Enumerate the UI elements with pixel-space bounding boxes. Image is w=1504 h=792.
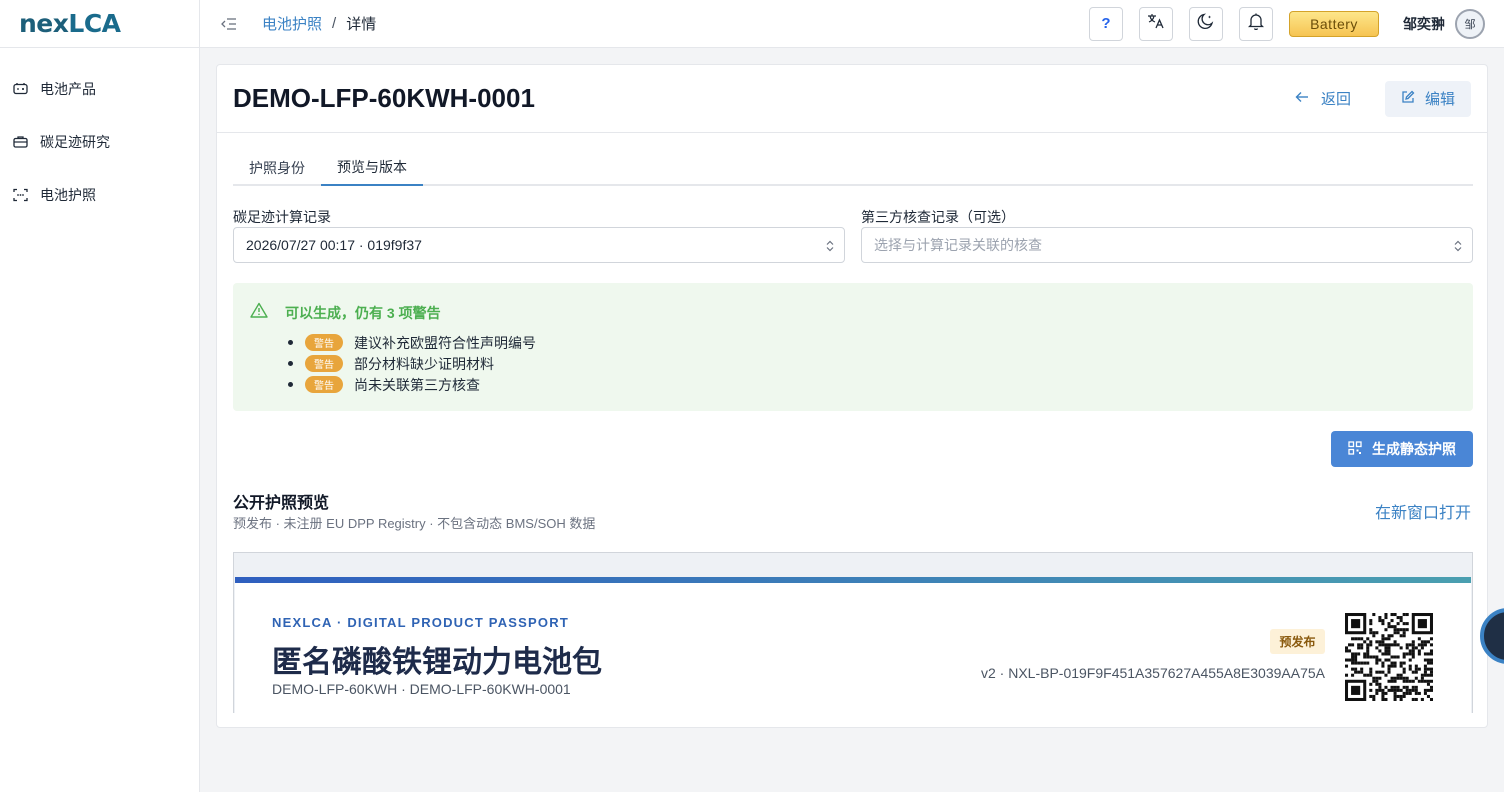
scan-icon bbox=[12, 187, 28, 203]
warning-tag: 警告 bbox=[305, 334, 343, 351]
logo-prefix: nex bbox=[19, 9, 69, 38]
sidebar-item-label: 电池产品 bbox=[40, 80, 96, 97]
verification-record-label: 第三方核查记录（可选） bbox=[861, 209, 1015, 225]
record-selectors: 碳足迹计算记录 2026/07/27 00:17 · 019f9f37 第三方核… bbox=[233, 207, 1473, 263]
sidebar-item-carbon-footprint[interactable]: 碳足迹研究 bbox=[0, 115, 199, 168]
bullet bbox=[288, 361, 293, 366]
generate-label: 生成静态护照 bbox=[1372, 441, 1456, 457]
notifications-button[interactable] bbox=[1239, 6, 1273, 41]
collapse-sidebar-icon[interactable] bbox=[220, 15, 238, 33]
list-item: 警告 部分材料缺少证明材料 bbox=[288, 353, 536, 374]
warning-text: 尚未关联第三方核查 bbox=[354, 376, 480, 393]
calc-record-label: 碳足迹计算记录 bbox=[233, 209, 331, 225]
warning-triangle-icon bbox=[250, 302, 268, 323]
theme-toggle-button[interactable] bbox=[1189, 6, 1223, 41]
avatar[interactable]: 邹 bbox=[1455, 8, 1485, 39]
translate-icon bbox=[1147, 13, 1165, 34]
sidebar-item-label: 碳足迹研究 bbox=[40, 133, 110, 150]
help-button[interactable]: ? bbox=[1089, 6, 1123, 41]
tab-passport-identity[interactable]: 护照身份 bbox=[233, 149, 321, 186]
battery-icon bbox=[12, 81, 28, 97]
verification-record-select[interactable]: 选择与计算记录关联的核查 bbox=[861, 227, 1473, 263]
qr-code-icon bbox=[1348, 440, 1362, 458]
passport-status-badge: 预发布 bbox=[1270, 629, 1325, 654]
warning-list: 警告 建议补充欧盟符合性声明编号 警告 部分材料缺少证明材料 警告 尚未关联第三方核查 bbox=[288, 332, 536, 395]
breadcrumb-separator: / bbox=[332, 15, 337, 32]
edit-label: 编辑 bbox=[1424, 91, 1455, 108]
generate-static-passport-button[interactable]: 生成静态护照 bbox=[1331, 431, 1473, 467]
translate-button[interactable] bbox=[1139, 6, 1173, 41]
breadcrumb: 电池护照 / 详情 bbox=[262, 13, 376, 34]
passport-qr-code bbox=[1345, 613, 1433, 701]
back-button[interactable]: 返回 bbox=[1295, 88, 1351, 109]
bell-icon bbox=[1247, 12, 1265, 35]
warning-text: 建议补充欧盟符合性声明编号 bbox=[354, 334, 536, 351]
breadcrumb-current: 详情 bbox=[346, 16, 377, 33]
sidebar-item-label: 电池护照 bbox=[40, 186, 96, 203]
arrow-left-icon bbox=[1295, 90, 1309, 107]
sidebar-nav: 电池产品 碳足迹研究 电池护照 bbox=[0, 48, 199, 221]
list-item: 警告 建议补充欧盟符合性声明编号 bbox=[288, 332, 536, 353]
tab-preview-versions[interactable]: 预览与版本 bbox=[321, 149, 423, 186]
verification-record-field: 第三方核查记录（可选） 选择与计算记录关联的核查 bbox=[861, 207, 1473, 263]
list-item: 警告 尚未关联第三方核查 bbox=[288, 374, 536, 395]
warning-tag: 警告 bbox=[305, 376, 343, 393]
sidebar-item-battery-passport[interactable]: 电池护照 bbox=[0, 168, 199, 221]
tab-bar: 护照身份 预览与版本 bbox=[233, 149, 1473, 186]
calc-record-select[interactable]: 2026/07/27 00:17 · 019f9f37 bbox=[233, 227, 845, 263]
alert-title: 可以生成，仍有 3 项警告 bbox=[285, 305, 441, 321]
moon-icon bbox=[1197, 12, 1215, 35]
passport-eyebrow: NEXLCA · DIGITAL PRODUCT PASSPORT bbox=[272, 615, 569, 630]
bullet bbox=[288, 382, 293, 387]
calc-record-field: 碳足迹计算记录 2026/07/27 00:17 · 019f9f37 bbox=[233, 207, 845, 263]
top-header: 电池护照 / 详情 ? Battery 邹奕翀 邹 bbox=[200, 0, 1504, 48]
header-actions: ? Battery 邹奕翀 邹 bbox=[1073, 6, 1504, 41]
passport-accent-bar bbox=[235, 577, 1471, 583]
warning-tag: 警告 bbox=[305, 355, 343, 372]
bullet bbox=[288, 340, 293, 345]
warning-text: 部分材料缺少证明材料 bbox=[354, 355, 494, 372]
logo-suffix: LCA bbox=[68, 9, 121, 38]
passport-product-subtitle: DEMO-LFP-60KWH · DEMO-LFP-60KWH-0001 bbox=[272, 681, 571, 697]
chevron-updown-icon bbox=[1454, 239, 1462, 255]
passport-detail-card: DEMO-LFP-60KWH-0001 返回 编辑 护照身份 预览与版本 碳足迹… bbox=[216, 64, 1488, 728]
generation-warning-alert: 可以生成，仍有 3 项警告 警告 建议补充欧盟符合性声明编号 警告 部分材料缺少证明… bbox=[233, 283, 1473, 411]
card-header: DEMO-LFP-60KWH-0001 返回 编辑 bbox=[217, 65, 1487, 133]
passport-product-title: 匿名磷酸铁锂动力电池包 bbox=[272, 646, 602, 679]
calc-record-value: 2026/07/27 00:17 · 019f9f37 bbox=[246, 237, 422, 253]
passport-preview: NEXLCA · DIGITAL PRODUCT PASSPORT 匿名磷酸铁锂… bbox=[235, 577, 1471, 713]
page-title: DEMO-LFP-60KWH-0001 bbox=[233, 83, 535, 113]
passport-version-code: v2 · NXL-BP-019F9F451A357627A455A8E3039A… bbox=[980, 665, 1325, 681]
passport-preview-frame[interactable]: NEXLCA · DIGITAL PRODUCT PASSPORT 匿名磷酸铁锂… bbox=[233, 552, 1473, 713]
breadcrumb-parent-link[interactable]: 电池护照 bbox=[262, 13, 322, 34]
briefcase-icon bbox=[12, 134, 28, 150]
edit-icon bbox=[1401, 90, 1415, 108]
username[interactable]: 邹奕翀 bbox=[1403, 14, 1445, 34]
preview-section-subtitle: 预发布 · 未注册 EU DPP Registry · 不包含动态 BMS/SO… bbox=[233, 516, 596, 531]
sidebar: nexLCA 电池产品 碳足迹研究 电池护照 bbox=[0, 0, 200, 792]
open-in-new-window-link[interactable]: 在新窗口打开 bbox=[1375, 499, 1471, 523]
edit-button[interactable]: 编辑 bbox=[1385, 80, 1471, 117]
preview-section-title: 公开护照预览 bbox=[233, 495, 330, 512]
verification-record-placeholder: 选择与计算记录关联的核查 bbox=[874, 237, 1042, 253]
sidebar-item-battery-products[interactable]: 电池产品 bbox=[0, 62, 199, 115]
chevron-updown-icon bbox=[826, 239, 834, 255]
back-label: 返回 bbox=[1320, 91, 1351, 108]
app-logo[interactable]: nexLCA bbox=[0, 0, 199, 48]
module-badge[interactable]: Battery bbox=[1289, 10, 1379, 37]
